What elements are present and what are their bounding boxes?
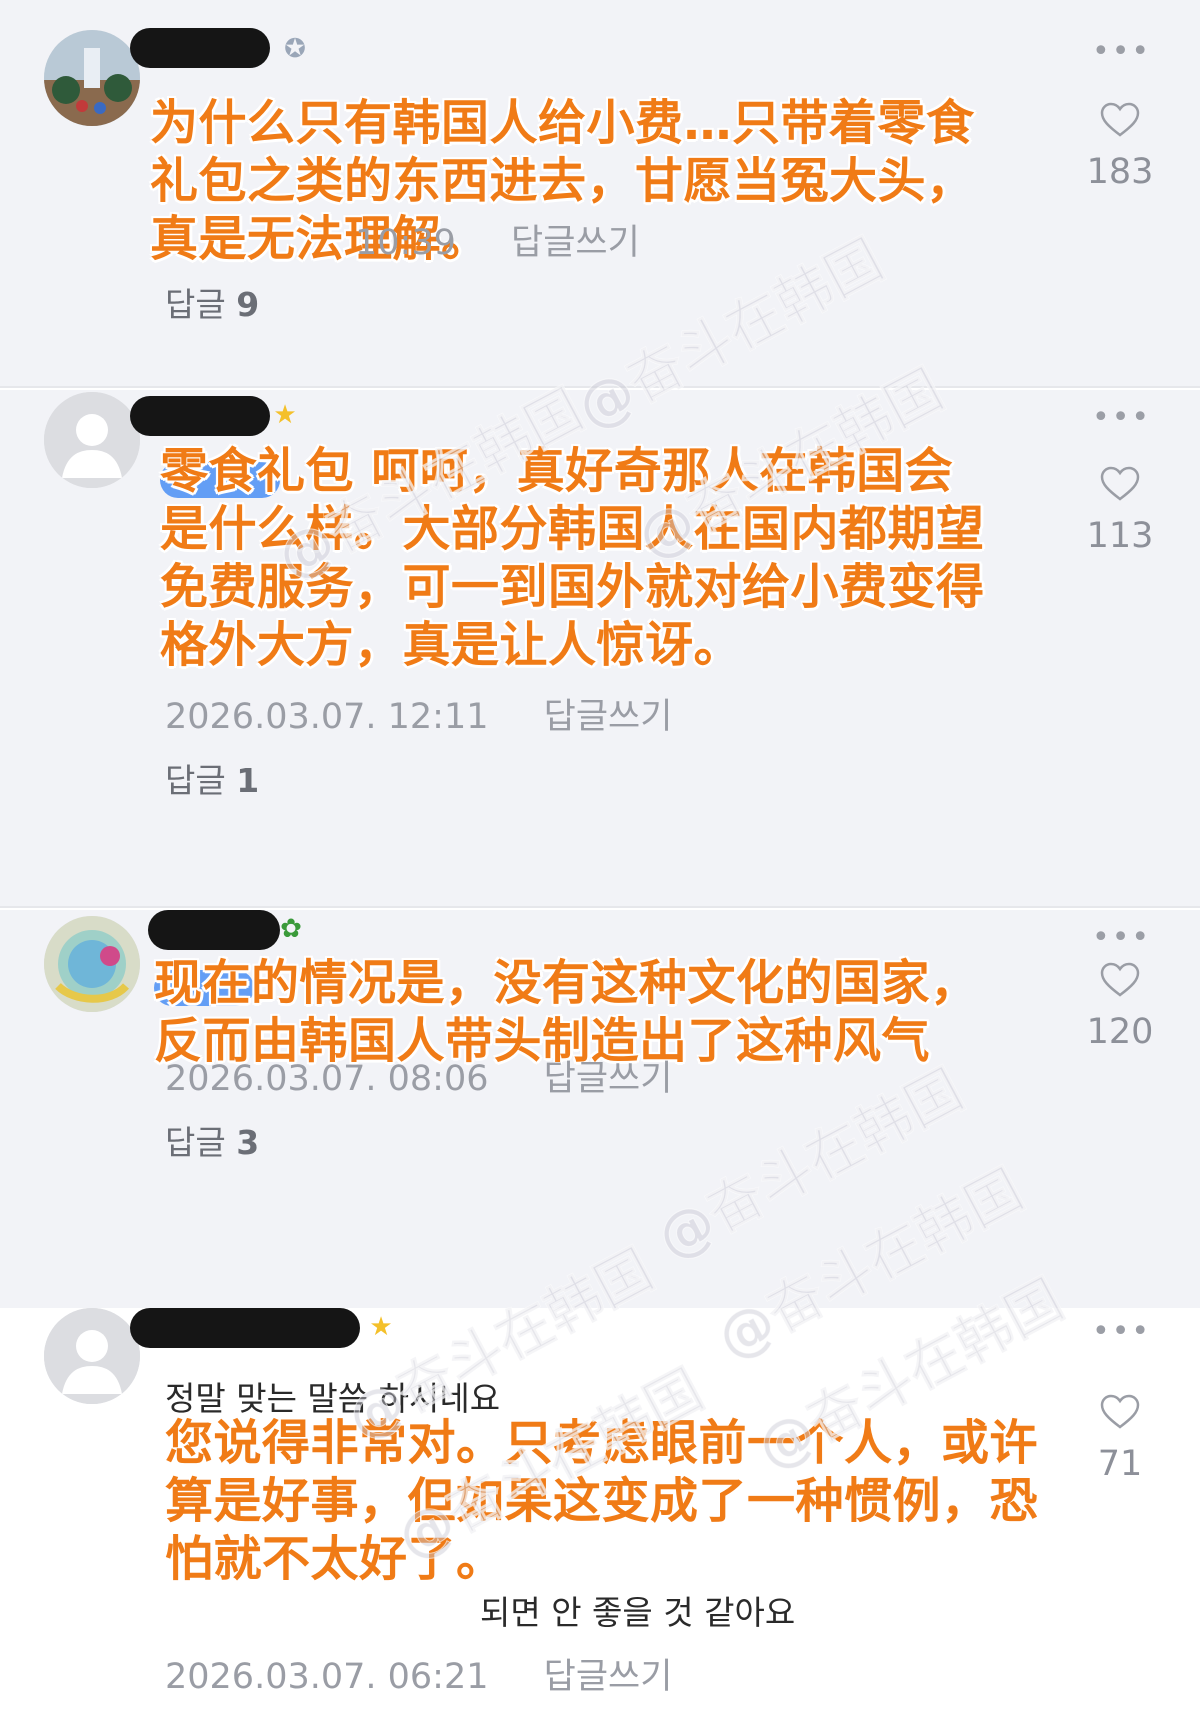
replies-label: 답글 <box>165 761 226 800</box>
original-comment-text: 정말 맞는 말씀 하시네요 <box>165 1379 501 1418</box>
like-count: 120 <box>1086 1012 1154 1052</box>
like-count: 71 <box>1097 1444 1143 1484</box>
username-redacted[interactable] <box>148 910 280 950</box>
more-dots-icon[interactable]: ••• <box>1092 1317 1149 1347</box>
star-badge-icon: ★ <box>273 400 297 430</box>
replies-toggle[interactable]: 답글 9 <box>165 278 259 326</box>
avatar[interactable] <box>44 392 140 488</box>
replies-toggle[interactable]: 답글 3 <box>165 1116 259 1164</box>
avatar[interactable] <box>44 1308 140 1404</box>
comment-meta: 2026.03.07. 06:21 답글쓰기 <box>165 1648 672 1699</box>
sprout-badge-icon: ✿ <box>280 914 302 944</box>
more-dots-icon[interactable]: ••• <box>1092 923 1149 953</box>
comment-meta: 2026.03.07. 12:11 답글쓰기 <box>165 688 672 739</box>
translation-overlay-text: 零食礼包 呵呵，真好奇那人在韩国会是什么样。大部分韩国人在国内都期望免费服务，可… <box>160 443 985 673</box>
write-reply-button[interactable]: 답글쓰기 <box>511 223 640 263</box>
original-comment-text-tail: 되면 안 좋을 것 같아요 <box>480 1593 796 1632</box>
star-badge-icon: ★ <box>369 1312 393 1342</box>
comment-item: ✿ ••• 现在的情况是，没有这种文化的国家，反而由韩国人带头制造出了这种风气 … <box>0 910 1200 1308</box>
more-dots-icon[interactable]: ••• <box>1092 37 1149 67</box>
avatar-photo <box>44 30 140 126</box>
translation-overlay-text: 您说得非常对。只考虑眼前一个人，或许算是好事，但如果这变成了一种惯例，恐怕就不太… <box>165 1415 1039 1587</box>
heart-outline-icon <box>1100 962 1140 997</box>
comment-meta: 10:39 답글쓰기 <box>355 214 640 265</box>
like-button[interactable]: 113 <box>1080 466 1160 556</box>
replies-label: 답글 <box>165 1123 226 1162</box>
more-dots-icon[interactable]: ••• <box>1092 403 1149 433</box>
username-redacted[interactable] <box>130 28 270 68</box>
replies-toggle[interactable]: 답글 1 <box>165 754 259 802</box>
write-reply-button[interactable]: 답글쓰기 <box>544 1657 673 1697</box>
replies-label: 답글 <box>165 285 226 324</box>
like-button[interactable]: 71 <box>1080 1394 1160 1484</box>
heart-outline-icon <box>1100 102 1140 137</box>
like-count: 113 <box>1086 516 1154 556</box>
replies-count: 3 <box>236 1123 260 1162</box>
heart-outline-icon <box>1100 466 1140 501</box>
like-count: 183 <box>1086 152 1154 192</box>
replies-count: 1 <box>236 761 260 800</box>
comment-date: 2026.03.07. 12:11 <box>165 697 489 737</box>
comment-item: ★ ••• 零食礼包 呵呵，真好奇那人在韩国会是什么样。大部分韩国人在国内都期望… <box>0 390 1200 908</box>
avatar[interactable] <box>44 30 140 126</box>
comment-item: ★ ••• 정말 맞는 말씀 하시네요 되면 안 좋을 것 같아요 您说得非常对… <box>0 1308 1200 1718</box>
heart-outline-icon <box>1100 1394 1140 1429</box>
comment-meta: 2026.03.07. 08:06 답글쓰기 <box>165 1050 672 1101</box>
like-button[interactable]: 183 <box>1080 102 1160 192</box>
like-button[interactable]: 120 <box>1080 962 1160 1052</box>
comment-item: ✪ ••• 为什么只有韩国人给小费…只带着零食礼包之类的东西进去，甘愿当冤大头，… <box>0 0 1200 388</box>
comment-date: 2026.03.07. 08:06 <box>165 1059 489 1099</box>
medal-badge-icon: ✪ <box>284 34 306 64</box>
username-redacted[interactable] <box>130 1308 360 1348</box>
comment-date: 2026.03.07. 06:21 <box>165 1657 489 1697</box>
username-redacted[interactable] <box>130 396 270 436</box>
default-avatar-icon <box>44 1308 140 1404</box>
write-reply-button[interactable]: 답글쓰기 <box>544 1059 673 1099</box>
comment-date: 10:39 <box>355 223 456 263</box>
default-avatar-icon <box>44 392 140 488</box>
avatar[interactable] <box>44 916 140 1012</box>
write-reply-button[interactable]: 답글쓰기 <box>544 697 673 737</box>
replies-count: 9 <box>236 285 260 324</box>
avatar-photo <box>44 916 140 1012</box>
